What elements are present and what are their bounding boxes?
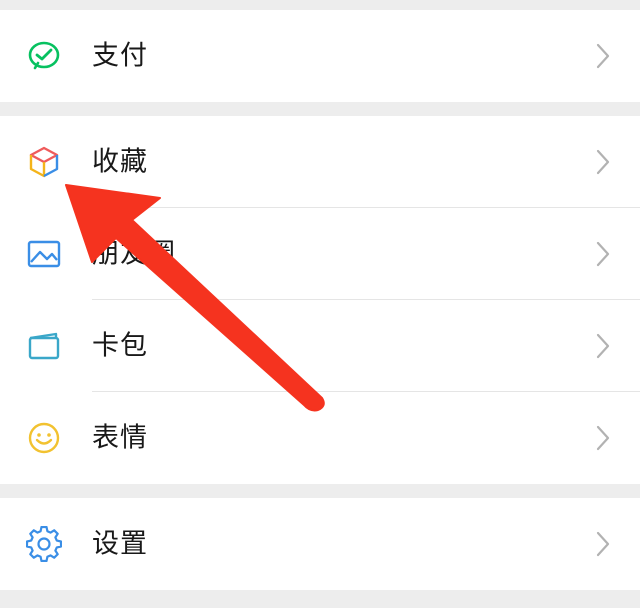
pay-group: 支付	[0, 10, 640, 102]
menu-item-moments[interactable]: 朋友圈	[0, 208, 640, 300]
chevron-right-icon	[596, 425, 610, 451]
menu-item-favorites[interactable]: 收藏	[0, 116, 640, 208]
menu-item-label: 收藏	[92, 146, 148, 178]
menu-item-stickers[interactable]: 表情	[0, 392, 640, 484]
settings-gear-icon	[26, 526, 62, 562]
wechat-pay-icon	[26, 38, 62, 74]
menu-item-label: 设置	[92, 528, 148, 560]
menu-item-cards[interactable]: 卡包	[0, 300, 640, 392]
chevron-right-icon	[596, 241, 610, 267]
menu-item-settings[interactable]: 设置	[0, 498, 640, 590]
chevron-right-icon	[596, 43, 610, 69]
chevron-right-icon	[596, 333, 610, 359]
favorites-cube-icon	[26, 144, 62, 180]
card-wallet-icon	[26, 328, 62, 364]
services-group: 收藏 朋友圈 卡包 表情	[0, 116, 640, 484]
settings-group: 设置	[0, 498, 640, 590]
chevron-right-icon	[596, 531, 610, 557]
menu-item-label: 支付	[92, 40, 148, 72]
chevron-right-icon	[596, 149, 610, 175]
smiley-sticker-icon	[26, 420, 62, 456]
menu-item-label: 表情	[92, 422, 148, 454]
moments-picture-icon	[26, 236, 62, 272]
menu-item-pay[interactable]: 支付	[0, 10, 640, 102]
menu-item-label: 朋友圈	[92, 238, 176, 270]
menu-item-label: 卡包	[92, 330, 148, 362]
